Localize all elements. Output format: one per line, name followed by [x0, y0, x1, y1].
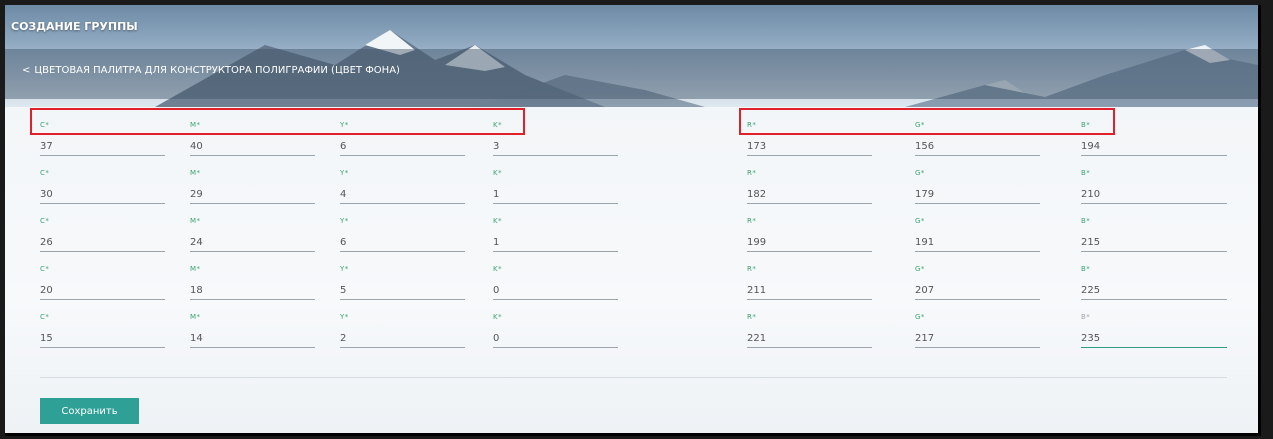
g-input[interactable] [915, 233, 1040, 252]
c-input[interactable] [40, 281, 165, 300]
b-input[interactable] [1081, 137, 1227, 156]
k-field[interactable]: K* [493, 265, 618, 301]
mountain-banner: СОЗДАНИЕ ГРУППЫ < ЦВЕТОВАЯ ПАЛИТРА ДЛЯ КО… [5, 5, 1258, 107]
m-input[interactable] [190, 233, 315, 252]
m-field[interactable]: M* [190, 121, 315, 157]
k-field[interactable]: K* [493, 313, 618, 349]
b-field[interactable]: B* [1081, 313, 1227, 349]
y-input[interactable] [340, 329, 465, 348]
g-field[interactable]: G* [915, 169, 1040, 205]
save-button[interactable]: Сохранить [40, 398, 139, 424]
y-field[interactable]: Y* [340, 217, 465, 253]
k-input[interactable] [493, 281, 618, 300]
y-input[interactable] [340, 137, 465, 156]
m-input[interactable] [190, 281, 315, 300]
back-link[interactable]: < ЦВЕТОВАЯ ПАЛИТРА ДЛЯ КОНСТРУКТОРА ПОЛИГ… [5, 49, 1258, 99]
c-input[interactable] [40, 137, 165, 156]
y-field[interactable]: Y* [340, 169, 465, 205]
b-input[interactable] [1081, 233, 1227, 252]
c-input[interactable] [40, 233, 165, 252]
r-input[interactable] [747, 185, 872, 204]
g-field[interactable]: G* [915, 265, 1040, 301]
k-input[interactable] [493, 233, 618, 252]
c-field[interactable]: C* [40, 265, 165, 301]
r-field[interactable]: R* [747, 217, 872, 253]
b-field[interactable]: B* [1081, 217, 1227, 253]
b-field[interactable]: B* [1081, 265, 1227, 301]
r-input[interactable] [747, 281, 872, 300]
y-field[interactable]: Y* [340, 121, 465, 157]
m-input[interactable] [190, 185, 315, 204]
c-input[interactable] [40, 185, 165, 204]
g-input[interactable] [915, 137, 1040, 156]
b-field[interactable]: B* [1081, 169, 1227, 205]
m-field[interactable]: M* [190, 217, 315, 253]
m-input[interactable] [190, 329, 315, 348]
b-input[interactable] [1081, 281, 1227, 300]
k-field[interactable]: K* [493, 169, 618, 205]
r-input[interactable] [747, 233, 872, 252]
r-input[interactable] [747, 137, 872, 156]
k-field[interactable]: K* [493, 121, 618, 157]
chevron-left-icon: < [22, 65, 31, 76]
g-field[interactable]: G* [915, 217, 1040, 253]
g-field[interactable]: G* [915, 313, 1040, 349]
r-field[interactable]: R* [747, 313, 872, 349]
r-input[interactable] [747, 329, 872, 348]
section-subtitle: ЦВЕТОВАЯ ПАЛИТРА ДЛЯ КОНСТРУКТОРА ПОЛИГР… [34, 65, 400, 76]
c-field[interactable]: C* [40, 169, 165, 205]
k-input[interactable] [493, 137, 618, 156]
g-field[interactable]: G* [915, 121, 1040, 157]
m-input[interactable] [190, 137, 315, 156]
g-input[interactable] [915, 329, 1040, 348]
k-input[interactable] [493, 329, 618, 348]
c-field[interactable]: C* [40, 217, 165, 253]
m-field[interactable]: M* [190, 265, 315, 301]
k-field[interactable]: K* [493, 217, 618, 253]
r-field[interactable]: R* [747, 121, 872, 157]
y-input[interactable] [340, 233, 465, 252]
c-field[interactable]: C* [40, 121, 165, 157]
c-input[interactable] [40, 329, 165, 348]
m-field[interactable]: M* [190, 169, 315, 205]
y-field[interactable]: Y* [340, 313, 465, 349]
y-field[interactable]: Y* [340, 265, 465, 301]
r-field[interactable]: R* [747, 265, 872, 301]
b-input[interactable] [1081, 185, 1227, 204]
c-field[interactable]: C* [40, 313, 165, 349]
r-field[interactable]: R* [747, 169, 872, 205]
form-area: C* M* Y* K* R* G* B* C* M* Y* K* R* G* B… [5, 107, 1258, 433]
m-field[interactable]: M* [190, 313, 315, 349]
app-frame: СОЗДАНИЕ ГРУППЫ < ЦВЕТОВАЯ ПАЛИТРА ДЛЯ КО… [5, 5, 1261, 436]
b-input[interactable] [1081, 329, 1227, 348]
g-input[interactable] [915, 281, 1040, 300]
page-title: СОЗДАНИЕ ГРУППЫ [11, 20, 138, 33]
g-input[interactable] [915, 185, 1040, 204]
y-input[interactable] [340, 185, 465, 204]
b-field[interactable]: B* [1081, 121, 1227, 157]
y-input[interactable] [340, 281, 465, 300]
k-input[interactable] [493, 185, 618, 204]
form-divider [40, 377, 1227, 378]
